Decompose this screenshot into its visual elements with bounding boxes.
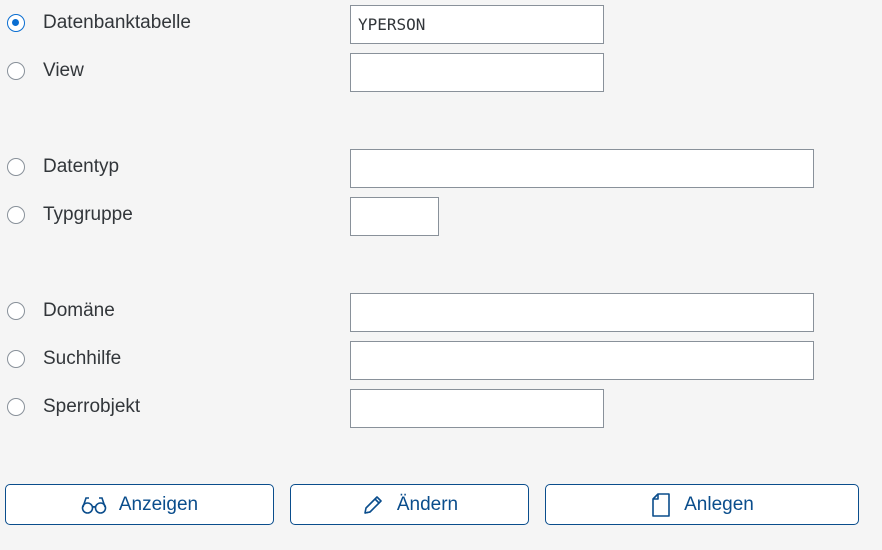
display-button-label: Anzeigen: [118, 493, 199, 515]
radio-search-help[interactable]: [7, 350, 25, 368]
pencil-icon: [361, 493, 385, 517]
dictionary-initial-screen: Datenbanktabelle View Datentyp Typgruppe…: [0, 0, 882, 550]
input-database-table[interactable]: [350, 5, 604, 44]
radio-lock-object[interactable]: [7, 398, 25, 416]
create-button[interactable]: Anlegen: [545, 484, 859, 525]
input-search-help[interactable]: [350, 341, 814, 380]
option-row-search-help: Suchhilfe: [0, 341, 882, 381]
input-type-group[interactable]: [350, 197, 439, 236]
option-row-domain: Domäne: [0, 293, 882, 333]
radio-database-table[interactable]: [7, 14, 25, 32]
radio-data-type[interactable]: [7, 158, 25, 176]
option-row-database-table: Datenbanktabelle: [0, 5, 882, 45]
create-button-label: Anlegen: [684, 493, 754, 515]
input-domain[interactable]: [350, 293, 814, 332]
option-row-data-type: Datentyp: [0, 149, 882, 189]
option-row-type-group: Typgruppe: [0, 197, 882, 237]
input-data-type[interactable]: [350, 149, 814, 188]
label-data-type: Datentyp: [43, 156, 120, 177]
display-button[interactable]: Anzeigen: [5, 484, 274, 525]
document-icon: [650, 492, 672, 518]
label-type-group: Typgruppe: [43, 204, 133, 225]
glasses-icon: [81, 495, 107, 515]
change-button-label: Ändern: [396, 493, 459, 515]
input-view[interactable]: [350, 53, 604, 92]
label-search-help: Suchhilfe: [43, 348, 122, 369]
radio-type-group[interactable]: [7, 206, 25, 224]
option-row-lock-object: Sperrobjekt: [0, 389, 882, 429]
label-database-table: Datenbanktabelle: [43, 12, 191, 33]
radio-view[interactable]: [7, 62, 25, 80]
label-lock-object: Sperrobjekt: [43, 396, 141, 417]
radio-domain[interactable]: [7, 302, 25, 320]
option-row-view: View: [0, 53, 882, 93]
label-domain: Domäne: [43, 300, 115, 321]
input-lock-object[interactable]: [350, 389, 604, 428]
change-button[interactable]: Ändern: [290, 484, 529, 525]
label-view: View: [43, 60, 84, 81]
